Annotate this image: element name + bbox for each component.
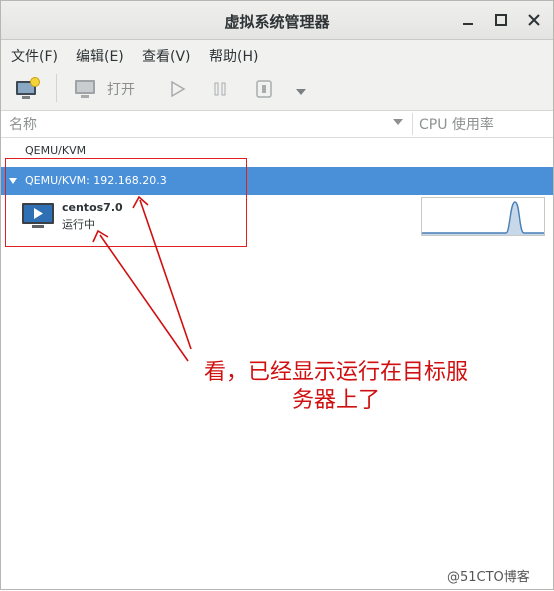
watermark: @51CTO博客 (447, 570, 530, 585)
virt-manager-window: 虚拟系统管理器 文件(F) 编辑(E) 查看(V) 帮助(H) 打开 名称 CP… (0, 0, 554, 590)
annotation-arrows (92, 195, 192, 362)
annotation-line-2: 务器上了 (291, 388, 380, 413)
annotation-line-1: 看，已经显示运行在目标服 (203, 360, 468, 385)
annotation-text: 看，已经显示运行在目标服 务器上了 (171, 359, 501, 415)
